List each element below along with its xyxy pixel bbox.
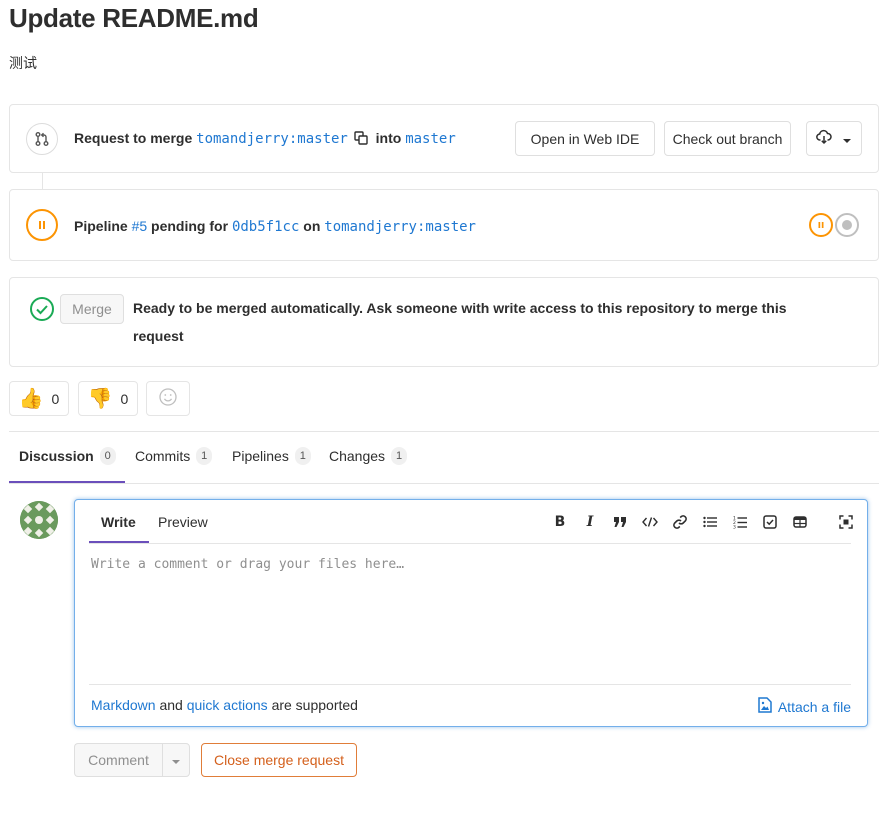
mr-description: 测试 — [9, 56, 37, 72]
thumbs-down-award-button[interactable]: 👎 0 — [78, 381, 138, 416]
tab-pipelines-count: 1 — [294, 447, 311, 465]
tab-changes-count: 1 — [391, 447, 408, 465]
editor-footer-divider — [89, 684, 851, 685]
tab-pipelines-label: Pipelines — [232, 448, 289, 464]
merge-request-icon — [26, 123, 58, 155]
mr-info-widget: Request to merge tomandjerry:master into… — [9, 104, 879, 173]
link-icon[interactable] — [665, 513, 695, 531]
copy-branch-icon[interactable] — [354, 131, 368, 148]
smiley-icon — [158, 387, 178, 410]
caret-down-icon — [171, 752, 181, 768]
stage-pending-icon[interactable] — [809, 213, 833, 237]
comment-editor: Write Preview B I 123 Write a comment or… — [74, 499, 868, 727]
pipeline-label: Pipeline — [74, 218, 128, 234]
stage-created-icon[interactable] — [835, 213, 859, 237]
thumbs-up-count: 0 — [51, 390, 60, 407]
numbered-list-icon[interactable]: 123 — [725, 513, 755, 531]
tab-discussion[interactable]: Discussion 0 — [19, 447, 116, 465]
tab-preview[interactable]: Preview — [158, 514, 208, 530]
check-circle-icon — [26, 293, 58, 325]
markdown-link[interactable]: Markdown — [91, 697, 156, 713]
merge-button[interactable]: Merge — [60, 294, 124, 324]
comment-button[interactable]: Comment — [74, 743, 162, 777]
fullscreen-icon[interactable] — [831, 513, 861, 531]
tab-discussion-label: Discussion — [19, 448, 94, 464]
image-file-icon — [758, 697, 772, 716]
attach-file-button[interactable]: Attach a file — [758, 697, 851, 716]
thumbs-down-icon: 👎 — [87, 387, 113, 410]
bold-icon[interactable]: B — [545, 513, 575, 531]
tab-discussion-count: 0 — [99, 447, 116, 465]
into-label: into — [375, 130, 402, 146]
attach-file-label: Attach a file — [777, 698, 851, 715]
close-merge-request-button[interactable]: Close merge request — [201, 743, 357, 777]
footer-supported: are supported — [271, 697, 358, 713]
pipeline-id-link[interactable]: #5 — [132, 218, 148, 234]
markdown-toolbar: B I 123 — [545, 513, 861, 531]
open-web-ide-button[interactable]: Open in Web IDE — [515, 121, 655, 156]
caret-down-icon — [842, 131, 852, 147]
pipeline-branch-link[interactable]: tomandjerry:master — [324, 219, 476, 235]
pipeline-pending-icon — [26, 209, 58, 241]
cloud-download-icon — [816, 129, 832, 148]
tab-commits-label: Commits — [135, 448, 191, 464]
comment-type-dropdown[interactable] — [162, 743, 190, 777]
download-dropdown-button[interactable] — [806, 121, 862, 156]
avatar[interactable] — [20, 501, 58, 539]
pipeline-stages — [809, 213, 859, 237]
bullet-list-icon[interactable] — [695, 513, 725, 531]
pipeline-status: pending for — [151, 218, 229, 234]
tabs-divider-bottom — [9, 483, 879, 484]
table-icon[interactable] — [785, 513, 815, 531]
tab-commits-count: 1 — [196, 447, 213, 465]
tabs-divider-top — [9, 431, 879, 432]
merge-status-message: Ready to be merged automatically. Ask so… — [133, 300, 787, 344]
editor-footer-text: Markdown and quick actions are supported — [91, 697, 358, 713]
italic-icon[interactable]: I — [575, 513, 605, 531]
check-out-branch-button[interactable]: Check out branch — [664, 121, 791, 156]
thumbs-down-count: 0 — [120, 390, 129, 407]
editor-header-divider — [89, 543, 851, 544]
mr-source-target: Request to merge tomandjerry:master into… — [74, 130, 456, 148]
code-icon[interactable] — [635, 513, 665, 531]
tab-commits[interactable]: Commits 1 — [135, 447, 213, 465]
tab-changes-label: Changes — [329, 448, 386, 464]
merge-widget: Merge Ready to be merged automatically. … — [9, 277, 879, 367]
thumbs-up-award-button[interactable]: 👍 0 — [9, 381, 69, 416]
source-branch-link[interactable]: tomandjerry:master — [196, 131, 348, 147]
commit-sha-link[interactable]: 0db5f1cc — [232, 219, 299, 235]
comment-textarea[interactable]: Write a comment or drag your files here… — [91, 557, 404, 572]
tab-pipelines[interactable]: Pipelines 1 — [232, 447, 311, 465]
thumbs-up-icon: 👍 — [18, 387, 44, 410]
on-label: on — [303, 218, 321, 234]
comment-button-group: Comment — [74, 743, 190, 777]
request-to-merge-label: Request to merge — [74, 130, 193, 146]
target-branch-link[interactable]: master — [405, 131, 456, 147]
add-reaction-button[interactable] — [146, 381, 190, 416]
widget-connector — [42, 173, 43, 189]
pipeline-widget: Pipeline #5 pending for 0db5f1cc on toma… — [9, 189, 879, 261]
quick-actions-link[interactable]: quick actions — [187, 697, 268, 713]
svg-text:3: 3 — [733, 525, 736, 530]
pipeline-status-text: Pipeline #5 pending for 0db5f1cc on toma… — [74, 218, 476, 235]
footer-and: and — [159, 697, 183, 713]
task-list-icon[interactable] — [755, 513, 785, 531]
tab-write[interactable]: Write — [101, 514, 136, 530]
tab-changes[interactable]: Changes 1 — [329, 447, 408, 465]
page-title: Update README.md — [9, 3, 259, 33]
quote-icon[interactable] — [605, 513, 635, 531]
